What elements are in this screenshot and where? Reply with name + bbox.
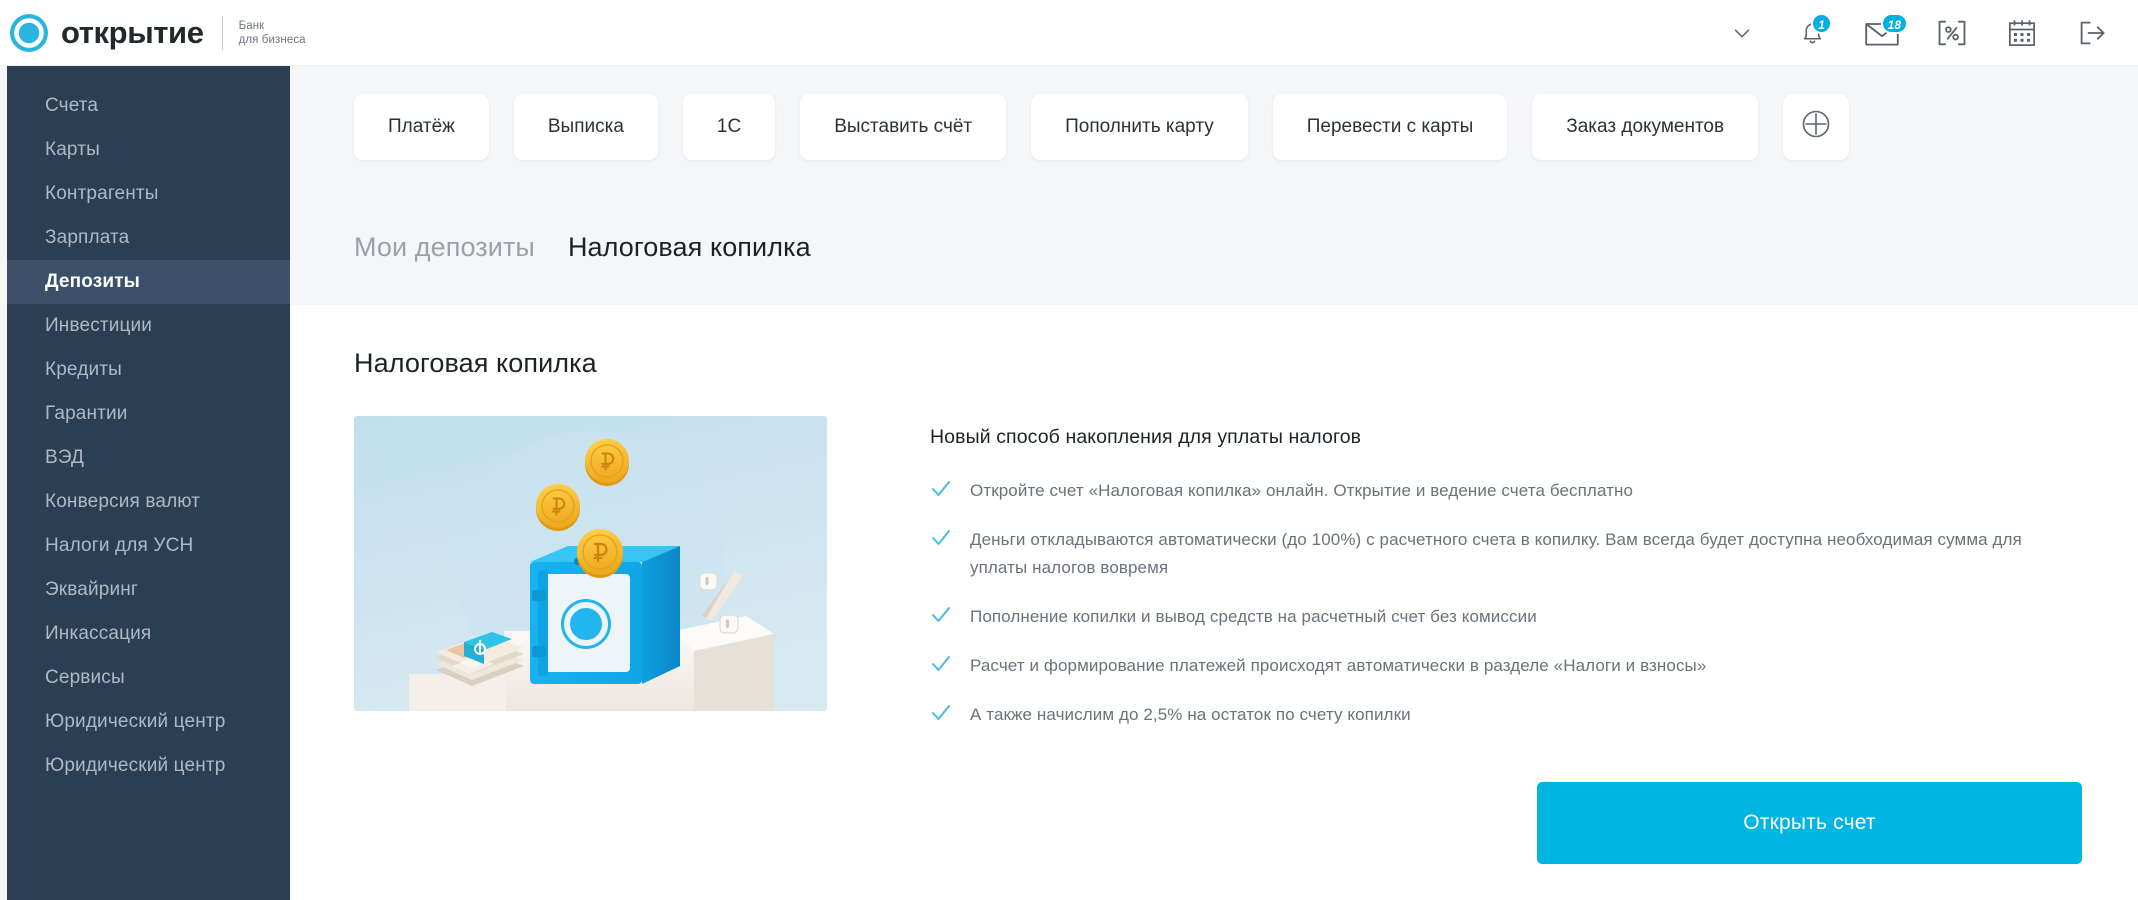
quick-action-label: Заказ документов [1566, 116, 1725, 137]
sidebar-item-guarantees[interactable]: Гарантии [7, 392, 290, 436]
offer-headline: Новый способ накопления для уплаты налог… [930, 426, 1362, 448]
list-item-text: Деньги откладываются автоматически (до 1… [970, 530, 2022, 577]
sidebar-item-label: Гарантии [45, 403, 128, 424]
list-item-text: Пополнение копилки и вывод средств на ра… [970, 607, 1537, 626]
sidebar-item-label: ВЭД [45, 447, 85, 468]
sidebar-item-legal-center[interactable]: Юридический центр [7, 700, 290, 744]
list-item: Деньги откладываются автоматически (до 1… [930, 526, 2138, 582]
list-item-text: Откройте счет «Налоговая копилка» онлайн… [970, 481, 1634, 500]
sidebar-item-label: Инвестиции [45, 315, 153, 336]
tab-label: Мои депозиты [354, 232, 535, 262]
list-item: Откройте счет «Налоговая копилка» онлайн… [930, 477, 2138, 505]
list-item-text: А также начислим до 2,5% на остаток по с… [970, 705, 1411, 724]
sidebar-item-label: Налоги для УСН [45, 535, 194, 556]
mail-icon[interactable]: 18 [1862, 12, 1908, 53]
quick-action-label: Платёж [388, 116, 455, 137]
check-icon [930, 701, 970, 729]
quick-action-topup-card[interactable]: Пополнить карту [1031, 94, 1248, 160]
brand-subtitle-line1: Банк [238, 19, 265, 32]
sidebar-item-label: Юридический центр [45, 711, 226, 732]
sidebar-item-deposits[interactable]: Депозиты [7, 260, 290, 304]
sidebar-item-investments[interactable]: Инвестиции [7, 304, 290, 348]
cta-container: Открыть счет [1537, 782, 2082, 864]
sidebar-item-cards[interactable]: Карты [7, 128, 290, 172]
sidebar-item-label: Конверсия валют [45, 491, 201, 512]
top-bar: открытие Банк для бизнеса 1 18 [0, 0, 2138, 66]
sidebar-item-foreign-trade[interactable]: ВЭД [7, 436, 290, 480]
card-content: Новый способ накопления для уплаты налог… [290, 379, 2138, 750]
tax-piggy-bank-safe-illustration [354, 416, 827, 711]
quick-action-label: Выписка [547, 116, 624, 137]
quick-action-order-documents[interactable]: Заказ документов [1532, 94, 1759, 160]
sidebar-item-label: Эквайринг [45, 579, 138, 600]
brand-logo[interactable]: открытие Банк для бизнеса [0, 12, 306, 54]
deposit-tabs: Мои депозиты Налоговая копилка [290, 160, 2138, 263]
sidebar-item-acquiring[interactable]: Эквайринг [7, 568, 290, 612]
quick-action-1c[interactable]: 1C [682, 94, 776, 160]
list-item: Расчет и формирование платежей происходя… [930, 652, 2138, 680]
otkritie-logo-icon [8, 12, 50, 54]
quick-action-label: Перевести с карты [1306, 116, 1474, 137]
quick-action-issue-invoice[interactable]: Выставить счёт [800, 94, 1007, 160]
quick-action-label: Пополнить карту [1065, 116, 1214, 137]
brand-subtitle-line2: для бизнеса [238, 33, 306, 46]
app-root: открытие Банк для бизнеса 1 18 Счета Кар… [0, 0, 2138, 900]
list-item: А также начислим до 2,5% на остаток по с… [930, 701, 2138, 729]
page-title: Налоговая копилка [354, 348, 597, 378]
sidebar-item-label: Контрагенты [45, 183, 159, 204]
sidebar-item-credits[interactable]: Кредиты [7, 348, 290, 392]
open-account-button[interactable]: Открыть счет [1537, 782, 2082, 864]
check-icon [930, 652, 970, 680]
sidebar-item-legal-center-2[interactable]: Юридический центр [7, 744, 290, 788]
sidebar-item-label: Кредиты [45, 359, 122, 380]
sidebar-item-accounts[interactable]: Счета [7, 84, 290, 128]
sidebar-item-label: Юридический центр [45, 755, 226, 776]
sidebar: Счета Карты Контрагенты Зарплата Депозит… [7, 66, 290, 900]
quick-action-statement[interactable]: Выписка [513, 94, 658, 160]
sidebar-item-payroll[interactable]: Зарплата [7, 216, 290, 260]
quick-action-transfer-from-card[interactable]: Перевести с карты [1272, 94, 1508, 160]
bell-icon[interactable]: 1 [1792, 12, 1832, 53]
chevron-down-icon[interactable] [1722, 13, 1762, 53]
tab-tax-savings[interactable]: Налоговая копилка [568, 232, 811, 263]
sidebar-item-collection[interactable]: Инкассация [7, 612, 290, 656]
sidebar-left-strip [0, 66, 7, 900]
sidebar-item-label: Депозиты [45, 271, 141, 292]
check-icon [930, 526, 970, 554]
offer-benefits-list: Откройте счет «Налоговая копилка» онлайн… [930, 477, 2138, 729]
top-bar-actions: 1 18 [1722, 12, 2138, 53]
check-icon [930, 477, 970, 505]
quick-actions-row: Платёж Выписка 1C Выставить счёт Пополни… [290, 66, 2138, 160]
quick-action-payment[interactable]: Платёж [354, 94, 489, 160]
offer-info: Новый способ накопления для уплаты налог… [827, 416, 2138, 750]
sidebar-item-currency-conversion[interactable]: Конверсия валют [7, 480, 290, 524]
brand-wordmark: открытие [61, 15, 204, 50]
brand-subtitle: Банк для бизнеса [239, 19, 306, 47]
quick-action-label: 1C [716, 116, 742, 137]
sidebar-item-taxes-usn[interactable]: Налоги для УСН [7, 524, 290, 568]
list-item: Пополнение копилки и вывод средств на ра… [930, 603, 2138, 631]
brand-divider [221, 15, 223, 50]
quick-action-label: Выставить счёт [834, 116, 973, 137]
sidebar-item-label: Зарплата [45, 227, 130, 248]
logout-icon[interactable] [2072, 13, 2112, 53]
sidebar-item-label: Карты [45, 139, 100, 160]
sidebar-item-label: Счета [45, 95, 99, 116]
tab-label: Налоговая копилка [567, 232, 811, 262]
sidebar-item-label: Инкассация [45, 623, 152, 644]
calendar-icon[interactable] [2002, 13, 2042, 53]
tab-my-deposits[interactable]: Мои депозиты [354, 232, 535, 263]
bell-badge: 1 [1811, 12, 1832, 34]
percent-icon[interactable] [1932, 13, 1972, 53]
mail-badge: 18 [1880, 12, 1908, 34]
quick-action-add-button[interactable] [1783, 94, 1850, 160]
sidebar-item-counterparties[interactable]: Контрагенты [7, 172, 290, 216]
sidebar-item-services[interactable]: Сервисы [7, 656, 290, 700]
plus-circle-icon [1798, 106, 1834, 148]
tax-savings-card: Налоговая копилка Новый способ накоплени… [290, 305, 2138, 900]
main-content: Платёж Выписка 1C Выставить счёт Пополни… [290, 66, 2138, 900]
check-icon [930, 603, 970, 631]
sidebar-item-label: Сервисы [45, 667, 125, 688]
list-item-text: Расчет и формирование платежей происходя… [970, 656, 1707, 675]
